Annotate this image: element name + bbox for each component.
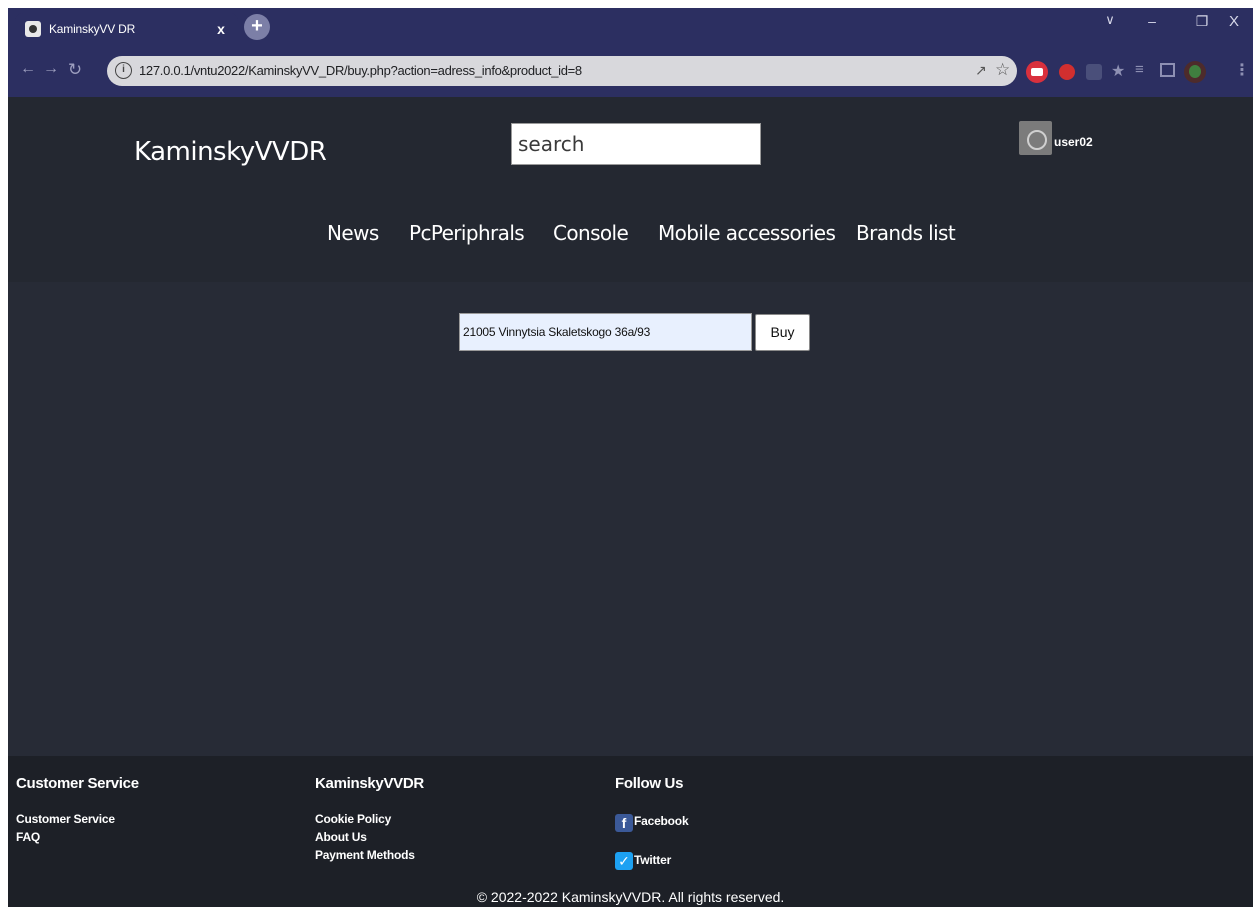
side-panel-icon[interactable]: [1160, 63, 1175, 77]
footer-link-cookie-policy[interactable]: Cookie Policy: [315, 812, 391, 826]
username[interactable]: user02: [1054, 135, 1093, 149]
nav-item-brands-list[interactable]: Brands list: [856, 221, 956, 245]
tab-search-icon[interactable]: ∨: [1098, 12, 1122, 28]
forward-arrow-icon[interactable]: →: [41, 60, 61, 78]
extension-red-icon[interactable]: [1026, 61, 1048, 83]
address-bar[interactable]: i 127.0.0.1/vntu2022/KaminskyVV_DR/buy.p…: [107, 56, 1017, 86]
footer-link-facebook[interactable]: Facebook: [634, 814, 689, 828]
browser-tab[interactable]: KaminskyVV DR x: [15, 13, 238, 48]
footer-heading: KaminskyVVDR: [315, 775, 424, 792]
search-input[interactable]: search: [511, 123, 761, 165]
footer-link-customer-service[interactable]: Customer Service: [16, 812, 115, 826]
page-content: KaminskyVVDR search user02 News PcPeriph…: [8, 97, 1253, 907]
url-text[interactable]: 127.0.0.1/vntu2022/KaminskyVV_DR/buy.php…: [139, 63, 582, 78]
tab-close-icon[interactable]: x: [211, 19, 231, 39]
nav-item-console[interactable]: Console: [553, 221, 629, 245]
site-footer: Customer Service Customer Service FAQ Ka…: [8, 756, 1253, 907]
footer-link-faq[interactable]: FAQ: [16, 830, 40, 844]
address-field[interactable]: 21005 Vinnytsia Skaletskogo 36a/93: [459, 313, 752, 351]
nav-item-mobile-accessories[interactable]: Mobile accessories: [658, 221, 836, 245]
copyright-text: © 2022-2022 KaminskyVVDR. All rights res…: [476, 889, 785, 905]
extensions-puzzle-icon[interactable]: ★: [1111, 61, 1125, 81]
avatar[interactable]: [1019, 121, 1052, 155]
tab-bar: KaminskyVV DR x + ∨ – ❐ X: [8, 8, 1253, 48]
nav-item-news[interactable]: News: [327, 221, 379, 245]
facebook-icon[interactable]: f: [615, 814, 633, 832]
address-value: 21005 Vinnytsia Skaletskogo 36a/93: [463, 325, 651, 339]
profile-avatar-icon[interactable]: [1184, 61, 1206, 83]
site-info-icon[interactable]: i: [115, 62, 132, 79]
footer-heading: Follow Us: [615, 775, 684, 792]
reading-list-icon[interactable]: ≡: [1135, 61, 1144, 78]
main-nav: News PcPeriphrals Console Mobile accesso…: [8, 188, 1253, 282]
browser-window: KaminskyVV DR x + ∨ – ❐ X ← → ↻ i 127.0.…: [8, 8, 1253, 907]
back-arrow-icon[interactable]: ←: [18, 60, 38, 78]
footer-heading: Customer Service: [16, 775, 139, 792]
buy-button[interactable]: Buy: [755, 314, 810, 351]
footer-link-twitter[interactable]: Twitter: [634, 853, 671, 867]
site-logo[interactable]: KaminskyVVDR: [134, 137, 327, 167]
reload-icon[interactable]: ↻: [65, 60, 85, 80]
tab-title: KaminskyVV DR: [49, 22, 136, 36]
twitter-icon[interactable]: ✓: [615, 852, 633, 870]
bookmark-star-icon[interactable]: ☆: [995, 60, 1010, 80]
browser-menu-icon[interactable]: ⋮: [1234, 60, 1250, 80]
extension-shield-icon[interactable]: [1086, 64, 1102, 80]
favicon-icon: [25, 21, 41, 37]
new-tab-button[interactable]: +: [244, 14, 270, 40]
minimize-icon[interactable]: –: [1140, 13, 1164, 29]
footer-link-about-us[interactable]: About Us: [315, 830, 367, 844]
extension-stop-icon[interactable]: [1059, 64, 1075, 80]
browser-toolbar: ← → ↻ i 127.0.0.1/vntu2022/KaminskyVV_DR…: [8, 48, 1253, 97]
restore-icon[interactable]: ❐: [1190, 13, 1214, 30]
window-close-icon[interactable]: X: [1222, 13, 1246, 30]
site-header: KaminskyVVDR search user02: [8, 97, 1253, 188]
share-icon[interactable]: ↗: [975, 62, 987, 79]
footer-link-payment-methods[interactable]: Payment Methods: [315, 848, 415, 862]
nav-item-pcperiphrals[interactable]: PcPeriphrals: [409, 221, 525, 245]
search-placeholder: search: [518, 132, 585, 156]
